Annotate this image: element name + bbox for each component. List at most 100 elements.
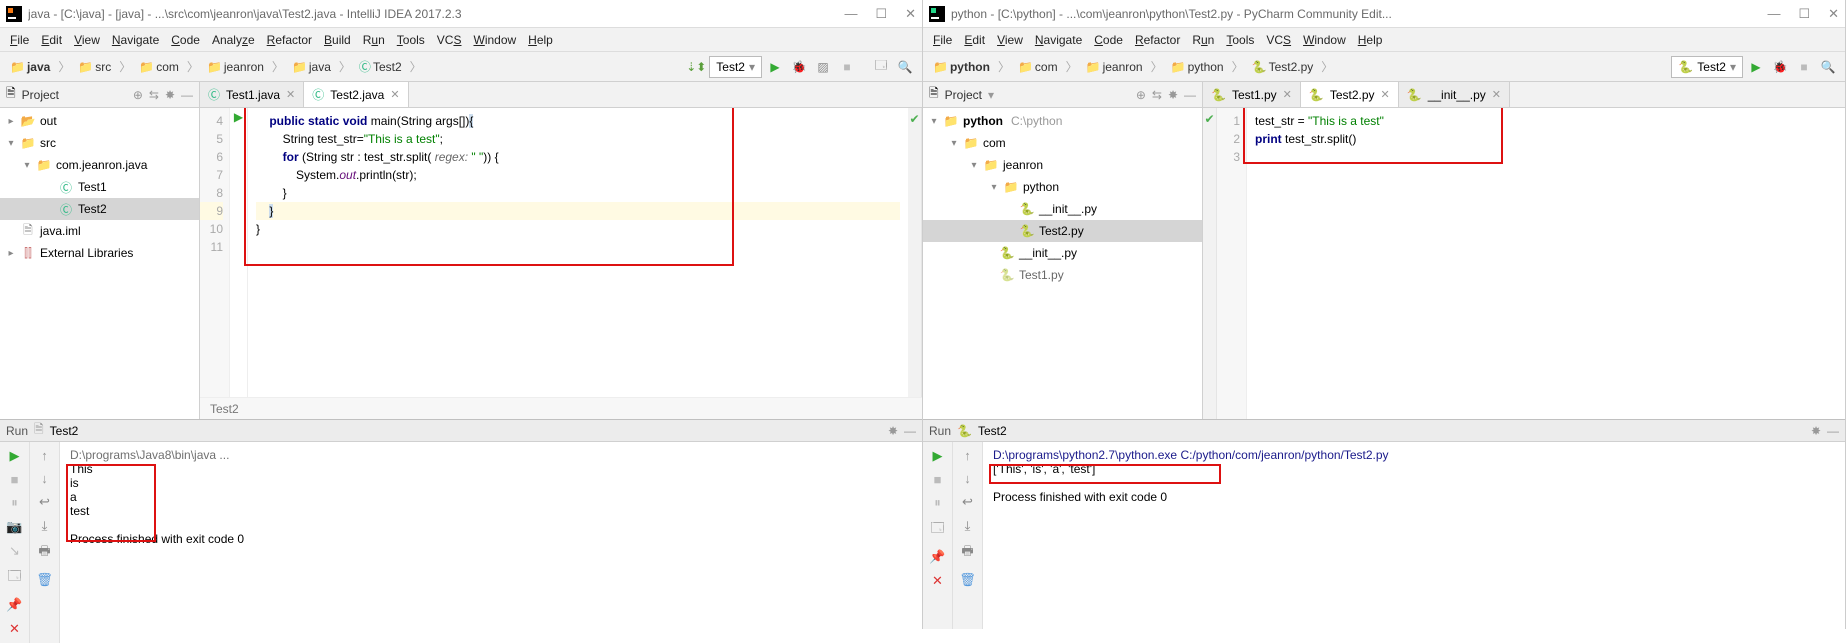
rerun-button[interactable]: ▶: [10, 448, 20, 464]
run-config-combo[interactable]: Test2▾: [709, 56, 762, 78]
tree-test1-cut[interactable]: 🐍Test1.py: [923, 264, 1202, 286]
tab-test1-py[interactable]: 🐍Test1.py✕: [1203, 82, 1301, 107]
tree-iml[interactable]: 🗎java.iml: [0, 220, 199, 242]
make-button[interactable]: ⇣⬍: [685, 56, 707, 78]
scroll-button[interactable]: ⤓: [965, 518, 971, 534]
hide-icon[interactable]: —: [904, 424, 916, 438]
tree-python-folder[interactable]: ▾📁python: [923, 176, 1202, 198]
menu-navigate[interactable]: Navigate: [108, 31, 163, 49]
menu-file[interactable]: File: [929, 31, 956, 49]
stop-button[interactable]: ■: [934, 472, 942, 487]
clear-button[interactable]: 🗑: [959, 572, 976, 588]
menu-file[interactable]: File: [6, 31, 33, 49]
tab-init-py[interactable]: 🐍__init__.py✕: [1399, 82, 1510, 107]
code-area[interactable]: 4567891011 ▶ public static void main(Str…: [200, 108, 922, 397]
tree-pkg[interactable]: ▾📁com.jeanron.java: [0, 154, 199, 176]
project-structure-button[interactable]: 🗔: [870, 56, 892, 78]
crumb-com[interactable]: 📁com: [1014, 58, 1062, 76]
close-icon[interactable]: ✕: [1283, 88, 1292, 101]
crumb-java-pkg[interactable]: 📁java: [288, 58, 335, 76]
scroll-button[interactable]: ⤓: [42, 518, 48, 534]
menu-build[interactable]: Build: [320, 31, 355, 49]
search-button[interactable]: 🔍: [894, 56, 916, 78]
debug-button[interactable]: 🐞: [1769, 56, 1791, 78]
rerun-button[interactable]: ▶: [933, 448, 943, 464]
menu-window[interactable]: Window: [1299, 31, 1350, 49]
project-label[interactable]: Project: [945, 88, 982, 102]
pin-button[interactable]: 📌: [6, 597, 22, 613]
gear-icon[interactable]: ✸: [888, 424, 898, 438]
tab-test2-java[interactable]: ⒸTest2.java✕: [304, 82, 408, 107]
tree-com[interactable]: ▾📁com: [923, 132, 1202, 154]
tree-init2[interactable]: 🐍__init__.py: [923, 242, 1202, 264]
run-tab-name[interactable]: Test2: [50, 424, 79, 438]
gear-icon[interactable]: ✸: [165, 88, 175, 102]
tree-init1[interactable]: 🐍__init__.py: [923, 198, 1202, 220]
crumb-test2-py[interactable]: 🐍Test2.py: [1248, 58, 1318, 76]
crumb-src[interactable]: 📁src: [74, 58, 115, 76]
tree-test2[interactable]: ⒸTest2: [0, 198, 199, 220]
chevron-down-icon[interactable]: ▾: [988, 88, 994, 102]
run-tab-name[interactable]: Test2: [978, 424, 1007, 438]
exit-button[interactable]: ↘: [9, 543, 20, 559]
menu-vcs[interactable]: VCS: [1262, 31, 1295, 49]
run-button[interactable]: ▶: [1745, 56, 1767, 78]
code-text[interactable]: public static void main(String args[]){ …: [248, 108, 908, 397]
project-tree[interactable]: ▾📁pythonC:\python ▾📁com ▾📁jeanron ▾📁pyth…: [923, 108, 1202, 419]
soft-wrap-button[interactable]: ↩: [39, 494, 50, 510]
print-button[interactable]: 🖶: [38, 542, 50, 564]
crumb-java-root[interactable]: 📁java: [6, 58, 54, 76]
tree-root[interactable]: ▾📁pythonC:\python: [923, 110, 1202, 132]
up-button[interactable]: ↑: [964, 448, 971, 463]
menu-view[interactable]: View: [993, 31, 1027, 49]
gear-icon[interactable]: ✸: [1811, 424, 1821, 438]
menu-help[interactable]: Help: [524, 31, 557, 49]
tree-external-libs[interactable]: ▸⫿⫿External Libraries: [0, 242, 199, 264]
tree-src[interactable]: ▾📁src: [0, 132, 199, 154]
tab-test2-py[interactable]: 🐍Test2.py✕: [1301, 82, 1399, 107]
hide-icon[interactable]: —: [181, 88, 193, 102]
down-button[interactable]: ↓: [964, 471, 971, 486]
tree-test1[interactable]: ⒸTest1: [0, 176, 199, 198]
menu-code[interactable]: Code: [1090, 31, 1127, 49]
gear-icon[interactable]: ✸: [1168, 88, 1178, 102]
menu-navigate[interactable]: Navigate: [1031, 31, 1086, 49]
tree-jeanron[interactable]: ▾📁jeanron: [923, 154, 1202, 176]
clear-button[interactable]: 🗑: [36, 572, 53, 588]
soft-wrap-button[interactable]: ↩: [962, 494, 973, 510]
close-button[interactable]: ✕: [905, 6, 916, 22]
expand-icon[interactable]: ⊕: [133, 88, 143, 102]
menu-run[interactable]: Run: [359, 31, 389, 49]
menu-code[interactable]: Code: [167, 31, 204, 49]
close-icon[interactable]: ✕: [1381, 88, 1390, 101]
close-button[interactable]: ✕: [9, 621, 20, 637]
menu-edit[interactable]: Edit: [37, 31, 66, 49]
run-config-combo[interactable]: 🐍Test2▾: [1671, 56, 1743, 78]
tab-test1-java[interactable]: ⒸTest1.java✕: [200, 82, 304, 107]
stop-button[interactable]: ■: [11, 472, 19, 487]
project-tree[interactable]: ▸📂out ▾📁src ▾📁com.jeanron.java ⒸTest1 ⒸT…: [0, 108, 199, 419]
pause-button[interactable]: ⏸: [11, 495, 18, 511]
menu-run[interactable]: Run: [1188, 31, 1218, 49]
code-text[interactable]: test_str = "This is a test" print test_s…: [1247, 108, 1845, 419]
close-icon[interactable]: ✕: [1492, 88, 1501, 101]
close-button[interactable]: ✕: [932, 573, 943, 589]
stop-button[interactable]: ■: [1793, 56, 1815, 78]
dump-button[interactable]: 📷: [6, 519, 22, 535]
expand-icon[interactable]: ⊕: [1136, 88, 1146, 102]
run-gutter[interactable]: ▶: [230, 108, 248, 397]
menu-analyze[interactable]: Analyze: [208, 31, 259, 49]
crumb-test2[interactable]: ⒸTest2: [355, 56, 406, 77]
close-icon[interactable]: ✕: [286, 88, 295, 101]
project-label[interactable]: Project: [22, 88, 59, 102]
menu-tools[interactable]: Tools: [1222, 31, 1258, 49]
minimize-button[interactable]: —: [1767, 6, 1780, 22]
print-button[interactable]: 🖶: [961, 542, 973, 564]
menu-tools[interactable]: Tools: [393, 31, 429, 49]
layout-button[interactable]: 🗔: [7, 567, 21, 589]
up-button[interactable]: ↑: [41, 448, 48, 463]
crumb-jeanron[interactable]: 📁jeanron: [203, 58, 268, 76]
down-button[interactable]: ↓: [41, 471, 48, 486]
menu-edit[interactable]: Edit: [960, 31, 989, 49]
code-area[interactable]: ✔ 123 test_str = "This is a test" print …: [1203, 108, 1845, 419]
